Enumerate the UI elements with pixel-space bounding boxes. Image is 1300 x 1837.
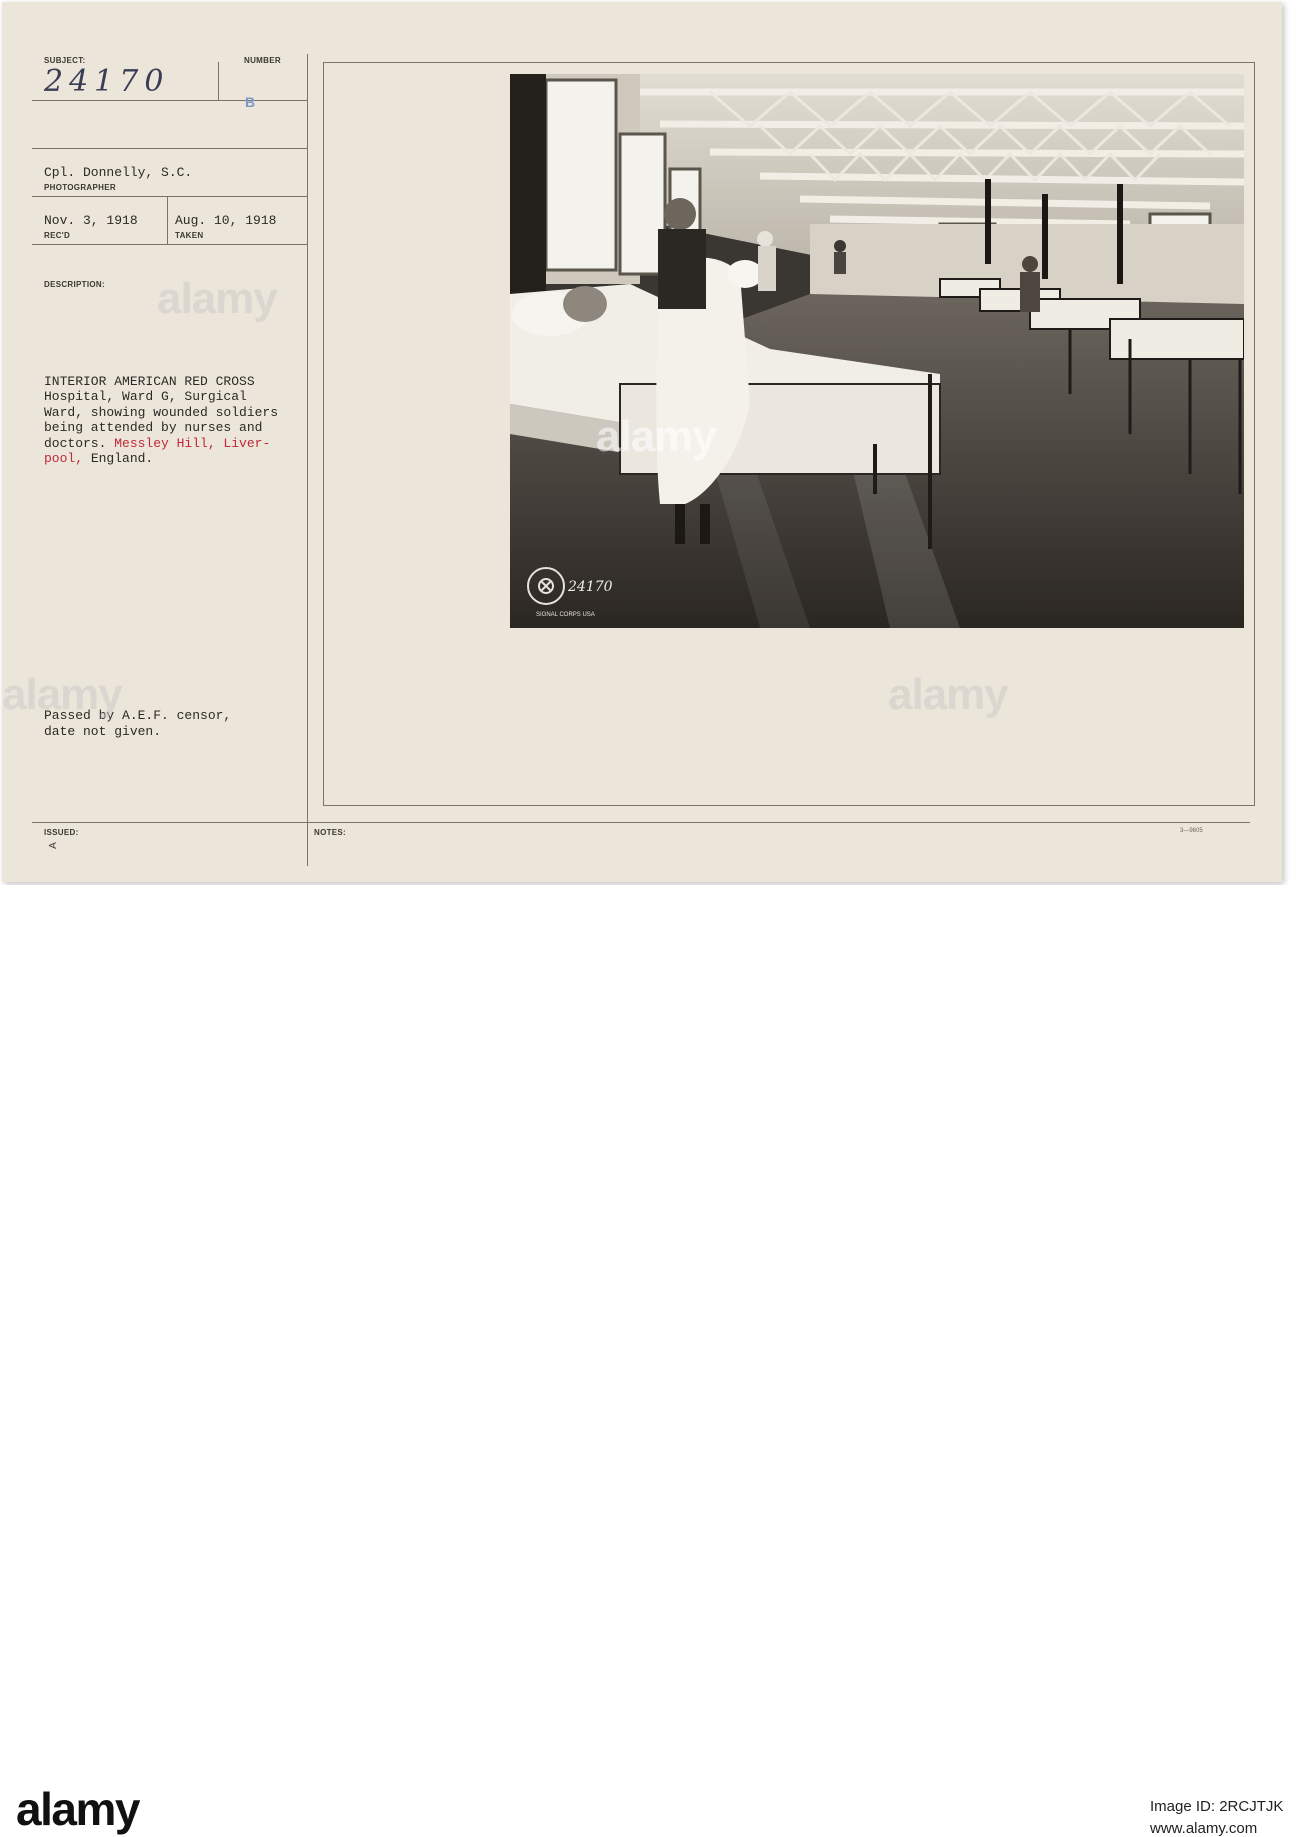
description-line: INTERIOR AMERICAN RED CROSS: [44, 374, 255, 389]
rule-dates-divider: [167, 196, 168, 244]
number-label: NUMBER: [244, 56, 281, 65]
notes-label: NOTES:: [314, 828, 347, 837]
received-label: REC'D: [44, 231, 71, 240]
rule-dates: [32, 244, 308, 245]
stamp-text: SIGNAL CORPS USA: [536, 612, 595, 618]
rule-subject-divider: [218, 62, 219, 100]
archival-record-card: SUBJECT: NUMBER 24170 B Cpl. Donnelly, S…: [2, 2, 1282, 882]
description-line: Ward, showing wounded soldiers: [44, 404, 279, 420]
description-black-text: doctors.: [44, 435, 115, 451]
stamp-number: 24170: [568, 579, 613, 595]
description-line: doctors. Messley Hill, Liver-: [44, 436, 324, 451]
censor-line-2: date not given.: [44, 724, 162, 739]
description-red-text: pool,: [44, 451, 84, 467]
rule-subject: [32, 100, 308, 101]
rule-footer: [32, 822, 1250, 823]
rule-photographer: [32, 196, 308, 197]
issued-label: ISSUED:: [44, 828, 79, 837]
issued-mark: A: [47, 842, 59, 849]
watermark: alamy: [2, 670, 123, 719]
subject-handwritten: 24170: [44, 64, 170, 99]
site-url: www.alamy.com: [1150, 1820, 1258, 1837]
received-date: Nov. 3, 1918: [44, 213, 138, 228]
form-code: 3—9605: [1180, 828, 1203, 834]
description-text: INTERIOR AMERICAN RED CROSS Hospital, War…: [44, 374, 324, 466]
taken-label: TAKEN: [175, 231, 204, 240]
description-line: Hospital, Ward G, Surgical: [44, 389, 247, 405]
description-black-text: England.: [83, 451, 154, 467]
watermark: alamy: [888, 670, 1009, 719]
rule-top: [32, 148, 308, 149]
description-red-text: Messley Hill, Liver-: [114, 435, 271, 451]
description-line: being attended by nurses and: [44, 420, 263, 436]
description-line: pool, England.: [44, 451, 324, 466]
photographer-value: Cpl. Donnelly, S.C.: [44, 165, 193, 180]
photographer-label: PHOTOGRAPHER: [44, 183, 116, 192]
watermark: alamy: [157, 274, 278, 323]
description-label: DESCRIPTION:: [44, 280, 105, 289]
alamy-logo: alamy: [16, 1783, 140, 1835]
number-stamp: B: [245, 94, 256, 110]
hospital-ward-photograph: SIGNAL CORPS USA 24170: [510, 74, 1244, 628]
ward-scene-illustration: [510, 74, 1244, 628]
image-id: Image ID: 2RCJTJK: [1150, 1798, 1284, 1815]
watermark: alamy: [596, 412, 717, 461]
taken-date: Aug. 10, 1918: [175, 213, 277, 228]
